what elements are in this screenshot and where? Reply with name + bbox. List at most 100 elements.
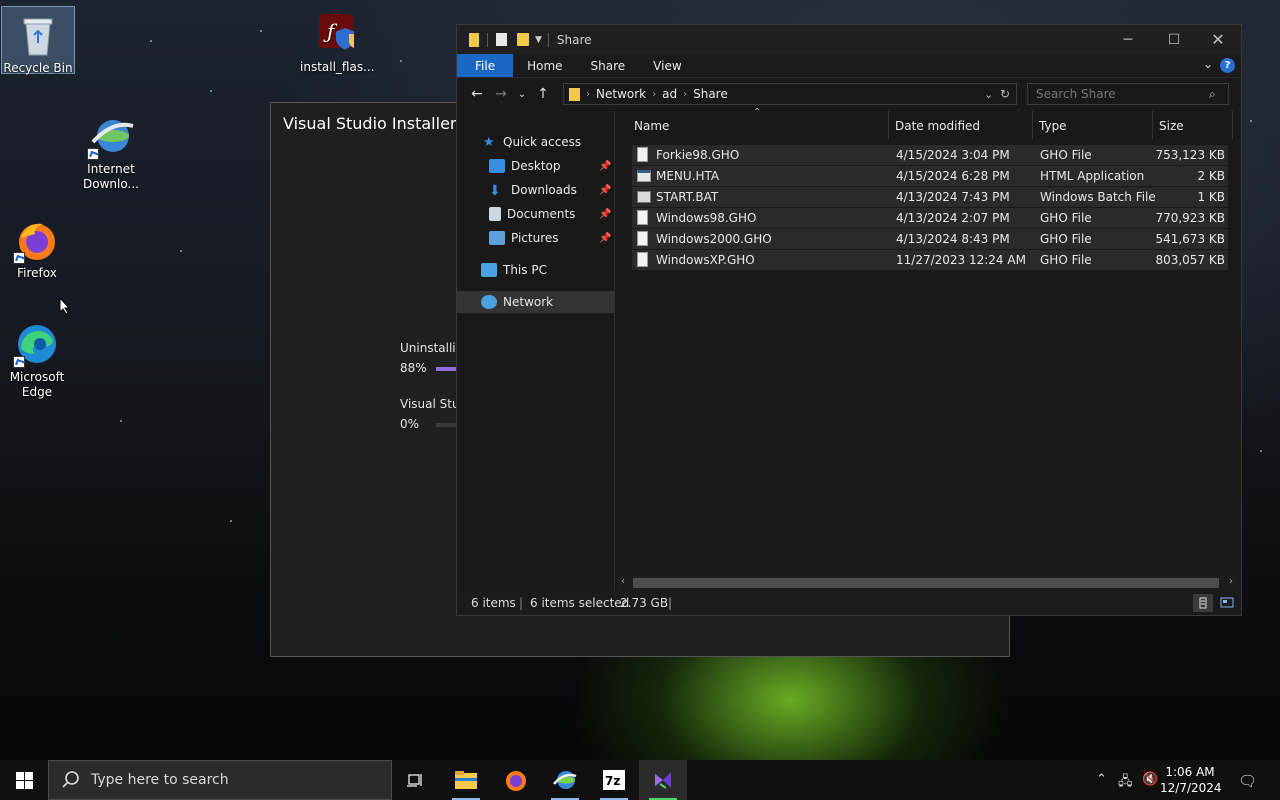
file-explorer-window[interactable]: ▼ Share ─ ☐ ✕ File Home Share View ⌄ ? ←…	[456, 24, 1242, 616]
address-dropdown-chevron-icon[interactable]: ⌄	[984, 88, 993, 101]
clock-date: 12/7/2024	[1160, 781, 1222, 795]
desktop-icon-internet-download-manager[interactable]: Internet Downlo...	[74, 108, 148, 192]
properties-icon[interactable]	[496, 33, 507, 46]
desktop-icon-recycle-bin[interactable]: Recycle Bin	[1, 6, 75, 75]
address-bar: ← → ⌄ ↑ › Network › ad › Share ⌄ ↻ ⌕	[457, 78, 1241, 110]
ribbon: File Home Share View ⌄ ?	[457, 54, 1241, 78]
horizontal-scrollbar[interactable]: ‹ ›	[617, 575, 1241, 591]
status-selected-size: 2.73 GB	[620, 596, 669, 610]
large-icons-view-button[interactable]	[1217, 594, 1237, 612]
search-icon	[62, 771, 79, 788]
taskbar-search-box[interactable]: Type here to search	[48, 760, 392, 800]
volume-muted-icon[interactable]: 🔇	[1142, 772, 1158, 787]
network-status-icon[interactable]: 🖧	[1118, 772, 1133, 794]
explorer-titlebar[interactable]: ▼ Share ─ ☐ ✕	[457, 25, 1241, 54]
nav-item-pictures[interactable]: Pictures 📌	[457, 227, 615, 249]
vs-progress-label-1: Uninstallin	[400, 341, 464, 355]
firefox-icon	[13, 216, 61, 264]
expand-ribbon-chevron-icon[interactable]: ⌄	[1203, 57, 1213, 71]
breadcrumb-share[interactable]: Share	[693, 87, 728, 101]
system-clock[interactable]: 1:06 AM 12/7/2024	[1160, 764, 1222, 796]
qa-divider	[547, 32, 549, 47]
nav-item-downloads[interactable]: ⬇ Downloads 📌	[457, 179, 615, 201]
vs-installer-title: Visual Studio Installer	[283, 114, 457, 133]
ribbon-tab-share[interactable]: Share	[577, 54, 640, 77]
scroll-right-arrow-icon[interactable]: ›	[1229, 576, 1233, 587]
up-arrow-icon[interactable]: ↑	[531, 86, 555, 102]
breadcrumb-separator-icon: ›	[683, 88, 688, 100]
details-view-button[interactable]	[1193, 594, 1213, 612]
table-row[interactable]: Windows2000.GHO 4/13/2024 8:43 PM GHO Fi…	[632, 229, 1228, 249]
taskbar-internet-download-manager[interactable]	[541, 760, 589, 800]
maximize-button[interactable]: ☐	[1151, 25, 1197, 54]
nav-item-quick-access[interactable]: ★ Quick access	[457, 131, 615, 153]
close-button[interactable]: ✕	[1195, 25, 1241, 54]
nav-item-network[interactable]: Network	[457, 291, 615, 313]
ribbon-tab-file[interactable]: File	[457, 54, 514, 77]
window-title: Share	[556, 32, 592, 47]
ribbon-tab-view[interactable]: View	[639, 54, 695, 77]
table-row[interactable]: Forkie98.GHO 4/15/2024 3:04 PM GHO File …	[632, 145, 1228, 165]
file-type: HTML Application	[1040, 169, 1145, 183]
table-row[interactable]: START.BAT 4/13/2024 7:43 PM Windows Batc…	[632, 187, 1228, 207]
nav-item-desktop[interactable]: Desktop 📌	[457, 155, 615, 177]
documents-icon	[489, 207, 501, 221]
column-header-date[interactable]: Date modified	[889, 111, 1033, 139]
breadcrumb-network[interactable]: Network	[596, 87, 646, 101]
help-icon[interactable]: ?	[1220, 58, 1235, 73]
notifications-icon[interactable]: 🗨	[1238, 772, 1257, 790]
file-size: 803,057 KB	[1155, 253, 1225, 267]
desktop-icon-firefox[interactable]: Firefox	[0, 212, 74, 281]
refresh-icon[interactable]: ↻	[1000, 87, 1010, 101]
desktop-icon-microsoft-edge[interactable]: Microsoft Edge	[0, 316, 74, 400]
file-date: 4/13/2024 7:43 PM	[896, 190, 1010, 204]
idm-icon	[553, 771, 577, 789]
quick-access-dropdown-icon[interactable]: ▼	[535, 35, 542, 45]
ribbon-tab-home[interactable]: Home	[513, 54, 576, 77]
search-input[interactable]	[1027, 83, 1229, 105]
back-arrow-icon[interactable]: ←	[465, 86, 489, 102]
flash-installer-icon: ƒ	[313, 10, 361, 58]
recent-locations-chevron-icon[interactable]: ⌄	[513, 89, 531, 100]
nav-item-this-pc[interactable]: This PC	[457, 259, 615, 281]
task-view-button[interactable]	[392, 760, 440, 800]
column-header-name[interactable]: Name	[628, 111, 889, 139]
new-folder-icon[interactable]	[517, 33, 529, 46]
scroll-left-arrow-icon[interactable]: ‹	[621, 576, 625, 587]
table-row[interactable]: MENU.HTA 4/15/2024 6:28 PM HTML Applicat…	[632, 166, 1228, 186]
taskbar-file-explorer[interactable]	[442, 760, 490, 800]
desktop-icon-label: Internet Downlo...	[83, 162, 139, 191]
file-type: GHO File	[1040, 148, 1092, 162]
table-row[interactable]: Windows98.GHO 4/13/2024 2:07 PM GHO File…	[632, 208, 1228, 228]
file-explorer-icon	[455, 771, 477, 789]
breadcrumb-ad[interactable]: ad	[662, 87, 677, 101]
minimize-button[interactable]: ─	[1105, 25, 1151, 54]
taskbar-7zip[interactable]: 7z	[590, 760, 638, 800]
taskbar-firefox[interactable]	[492, 760, 540, 800]
nav-item-documents[interactable]: Documents 📌	[457, 203, 615, 225]
edge-icon	[13, 320, 61, 368]
desktop-icon-install-flash[interactable]: ƒ install_flas...	[300, 6, 375, 75]
scrollbar-thumb[interactable]	[633, 578, 1219, 588]
taskbar-visual-studio-installer[interactable]	[639, 760, 687, 800]
column-header-type[interactable]: Type	[1033, 111, 1153, 139]
shortcut-arrow-icon	[13, 356, 25, 368]
show-hidden-icons-chevron-icon[interactable]: ⌃	[1096, 772, 1107, 787]
file-name: WindowsXP.GHO	[656, 253, 755, 267]
large-icons-view-icon	[1220, 597, 1234, 608]
column-header-size[interactable]: Size	[1153, 111, 1233, 139]
table-row[interactable]: WindowsXP.GHO 11/27/2023 12:24 AM GHO Fi…	[632, 250, 1228, 270]
breadcrumb-separator-icon: ›	[586, 88, 590, 100]
file-size: 2 KB	[1197, 169, 1225, 183]
7zip-icon: 7z	[603, 770, 625, 790]
forward-arrow-icon[interactable]: →	[489, 86, 513, 102]
status-selected-count: 6 items selected	[530, 596, 630, 610]
hta-file-icon	[637, 170, 651, 182]
breadcrumb[interactable]: › Network › ad › Share ⌄ ↻	[563, 83, 1017, 105]
navigation-pane: ★ Quick access Desktop 📌 ⬇ Downloads 📌 D…	[457, 111, 615, 591]
windows-logo-icon	[15, 771, 33, 789]
start-button[interactable]	[0, 760, 48, 800]
search-icon[interactable]: ⌕	[1209, 87, 1216, 102]
nav-label: Network	[503, 295, 554, 309]
desktop-icon-label: install_flas...	[300, 60, 375, 74]
